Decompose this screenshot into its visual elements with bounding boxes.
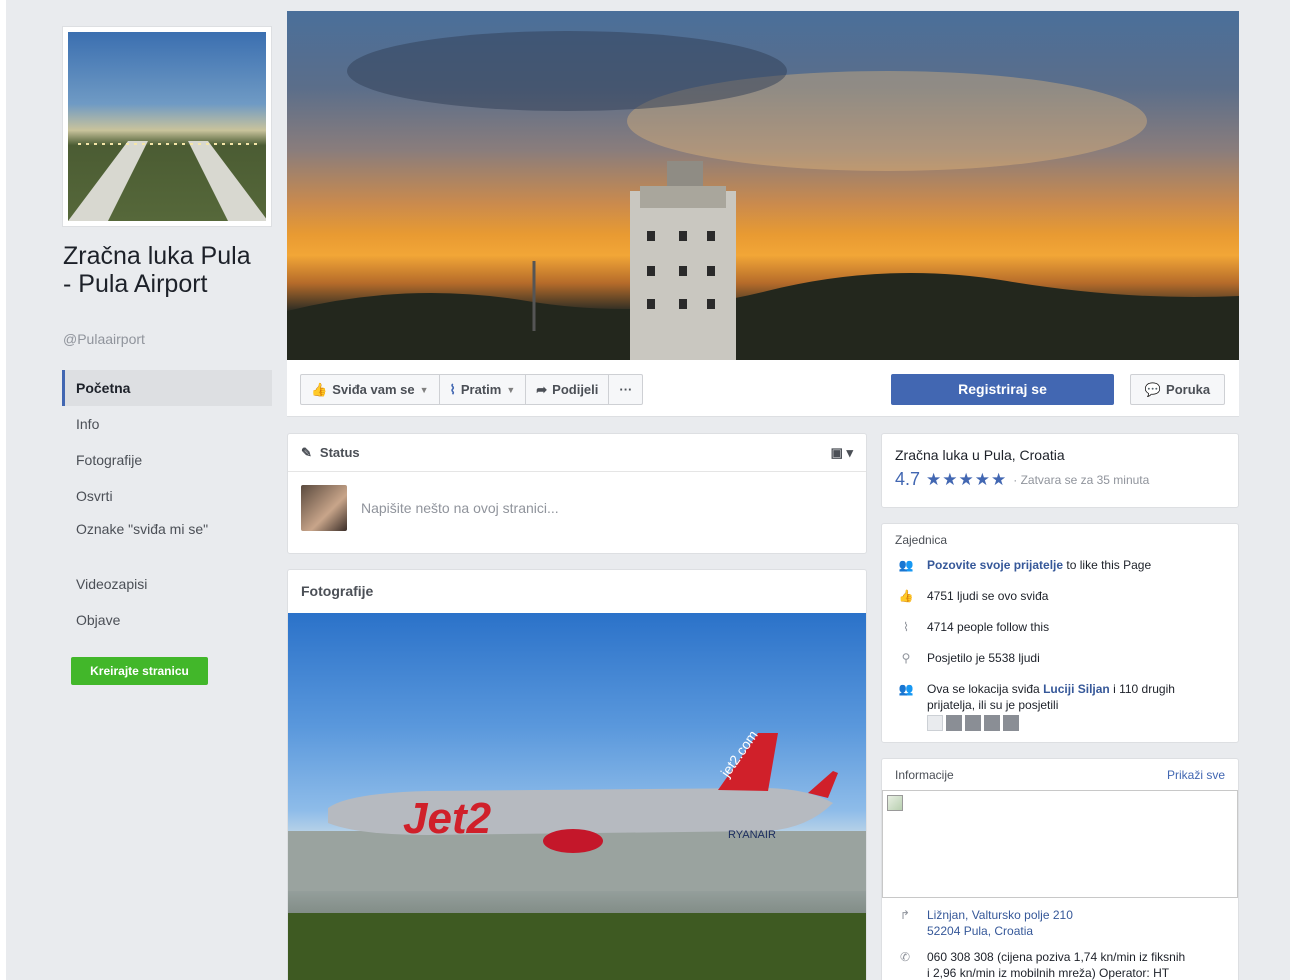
likes-row: 👍 4751 ljudi se ovo sviđa [895, 588, 1225, 604]
photos-card: Fotografije Jet2 jet2.com RYANAIR [287, 569, 867, 980]
rating-row: 4.7 ★★★★★ · Zatvara se za 35 minuta [895, 469, 1225, 490]
invite-friends-link[interactable]: Pozovite svoje prijatelje [927, 558, 1063, 572]
like-button[interactable]: 👍 Sviđa vam se ▼ [301, 375, 440, 404]
status-input[interactable]: Napišite nešto na ovoj stranici... [361, 500, 559, 516]
phone-row: ✆ 060 308 308 (cijena poziva 1,74 kn/min… [895, 949, 1230, 980]
avatar[interactable] [965, 715, 981, 731]
nav-item-likes[interactable]: Oznake "sviđa mi se" [62, 514, 272, 566]
avatar[interactable] [1003, 715, 1019, 731]
friends-text-prefix: Ova se lokacija sviđa [927, 682, 1044, 696]
page-nav: Početna Info Fotografije Osvrti Oznake "… [62, 370, 272, 638]
invite-friends-text: to like this Page [1063, 558, 1152, 572]
like-label: Sviđa vam se [332, 382, 415, 397]
profile-picture[interactable] [62, 26, 272, 227]
runway-graphic [68, 141, 266, 221]
airplane-photo-graphic: Jet2 jet2.com RYANAIR [288, 727, 866, 980]
visits-row: ⚲ Posjetilo je 5538 ljudi [895, 650, 1225, 666]
phone-icon: ✆ [899, 950, 911, 964]
location-pin-icon: ⚲ [901, 651, 911, 665]
create-page-button[interactable]: Kreirajte stranicu [71, 657, 208, 685]
rss-icon: ⌇ [903, 620, 909, 634]
featured-photo[interactable]: Jet2 jet2.com RYANAIR [288, 613, 866, 980]
nav-item-reviews[interactable]: Osvrti [62, 478, 272, 514]
page-handle[interactable]: @Pulaairport [63, 331, 145, 347]
closing-time: · Zatvara se za 35 minuta [1013, 472, 1150, 487]
avatar[interactable] [984, 715, 1000, 731]
left-page-edge [0, 0, 6, 980]
nav-item-photos[interactable]: Fotografije [62, 442, 272, 478]
people-icon: 👥 [898, 558, 914, 572]
share-arrow-icon: ➦ [536, 381, 548, 397]
post-as-selector-icon[interactable]: ▣ ▾ [831, 445, 853, 461]
cover-photo-graphic [287, 31, 1239, 360]
rating-value[interactable]: 4.7 [895, 469, 920, 490]
info-card: Informacije Prikaži sve ↱ Ližnjan, Valtu… [881, 758, 1239, 980]
status-tab[interactable]: ✎ Status [301, 445, 360, 461]
ryanair-text: RYANAIR [728, 829, 776, 841]
more-button[interactable]: ··· [609, 375, 642, 404]
info-title: Informacije [895, 768, 954, 782]
info-header: Informacije Prikaži sve [882, 759, 1238, 790]
phone-line-2: i 2,96 kn/min iz mobilnih mreža) Operato… [927, 966, 1170, 980]
place-name: Zračna luka u Pula, Croatia [895, 447, 1065, 463]
follow-button[interactable]: ⌇ Pratim ▼ [440, 375, 527, 404]
friends-icon: 👥 [898, 682, 914, 696]
profile-picture-image [68, 32, 266, 221]
follows-row: ⌇ 4714 people follow this [895, 619, 1225, 635]
status-body: Napišite nešto na ovoj stranici... [288, 472, 866, 544]
likes-count: 4751 ljudi se ovo sviđa [927, 589, 1049, 603]
page-title[interactable]: Zračna luka Pula - Pula Airport [63, 242, 263, 298]
nav-item-home[interactable]: Početna [62, 370, 272, 406]
thumbs-up-icon: 👍 [898, 589, 914, 603]
nav-item-posts[interactable]: Objave [62, 602, 272, 638]
invite-friends-row: 👥 Pozovite svoje prijatelje to like this… [895, 557, 1225, 573]
address-line-2: 52204 Pula, Croatia [927, 924, 1034, 938]
address-line-1: Ližnjan, Valtursko polje 210 [927, 908, 1073, 922]
status-header: ✎ Status ▣ ▾ [288, 434, 866, 472]
pencil-icon: ✎ [301, 444, 312, 460]
avatar[interactable] [946, 715, 962, 731]
friend-link[interactable]: Luciji Siljan [1043, 682, 1110, 696]
jet2-fuselage-text: Jet2 [403, 794, 492, 843]
status-composer: ✎ Status ▣ ▾ Napišite nešto na ovoj stra… [287, 433, 867, 554]
address-row[interactable]: ↱ Ližnjan, Valtursko polje 210 52204 Pul… [895, 907, 1230, 939]
follow-label: Pratim [460, 382, 502, 397]
cover-action-bar: 👍 Sviđa vam se ▼ ⌇ Pratim ▼ ➦ Podijeli ·… [287, 360, 1239, 417]
broken-image-icon [887, 795, 903, 811]
right-page-edge [1290, 0, 1298, 980]
nav-item-videos[interactable]: Videozapisi [62, 566, 272, 602]
community-title: Zajednica [895, 533, 948, 547]
cover-photo[interactable] [287, 11, 1239, 360]
friend-avatars [927, 715, 1225, 731]
rss-icon: ⌇ [449, 381, 456, 397]
star-rating-icon[interactable]: ★★★★★ [926, 470, 1007, 490]
place-card: Zračna luka u Pula, Croatia 4.7 ★★★★★ · … [881, 433, 1239, 508]
phone-line-1: 060 308 308 (cijena poziva 1,74 kn/min i… [927, 950, 1186, 964]
follows-count: 4714 people follow this [927, 620, 1050, 634]
page-action-group: 👍 Sviđa vam se ▼ ⌇ Pratim ▼ ➦ Podijeli ·… [300, 374, 644, 405]
show-all-link[interactable]: Prikaži sve [1167, 768, 1225, 782]
chevron-down-icon: ▼ [506, 384, 516, 395]
map-image[interactable] [882, 790, 1238, 898]
avatar[interactable] [927, 715, 943, 731]
avatar [301, 485, 347, 531]
message-button[interactable]: 💬 Poruka [1130, 374, 1225, 405]
register-button[interactable]: Registriraj se [891, 374, 1114, 405]
message-label: Poruka [1166, 382, 1211, 397]
photos-title[interactable]: Fotografije [288, 570, 866, 612]
directions-arrow-icon: ↱ [899, 908, 911, 922]
speech-bubble-icon: 💬 [1144, 381, 1162, 397]
info-rows: ↱ Ližnjan, Valtursko polje 210 52204 Pul… [895, 907, 1230, 980]
share-button[interactable]: ➦ Podijeli [526, 375, 610, 404]
visits-count: Posjetilo je 5538 ljudi [927, 651, 1040, 665]
share-label: Podijeli [552, 382, 599, 397]
thumbs-up-icon: 👍 [311, 381, 328, 397]
friends-row: 👥 Ova se lokacija sviđa Luciji Siljan i … [895, 681, 1225, 731]
status-tab-label: Status [319, 445, 360, 460]
nav-item-info[interactable]: Info [62, 406, 272, 442]
chevron-down-icon: ▼ [419, 384, 429, 395]
community-card: Zajednica 👥 Pozovite svoje prijatelje to… [881, 523, 1239, 743]
